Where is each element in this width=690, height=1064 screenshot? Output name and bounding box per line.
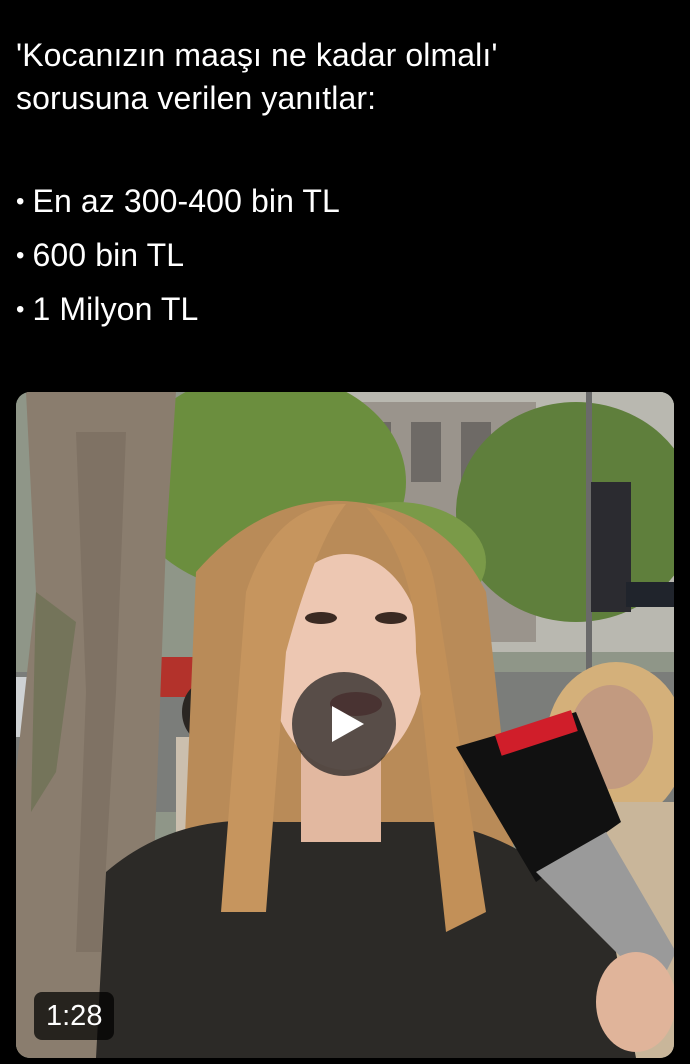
video-duration-badge: 1:28 [34, 992, 115, 1040]
post-text: 'Kocanızın maaşı ne kadar olmalı' sorusu… [16, 34, 676, 336]
answer-text: 600 bin TL [32, 237, 185, 273]
list-item: • En az 300-400 bin TL [16, 174, 676, 228]
answer-text: En az 300-400 bin TL [32, 183, 340, 219]
post-text-line-1: 'Kocanızın maaşı ne kadar olmalı' [16, 37, 498, 73]
list-item: • 1 Milyon TL [16, 282, 676, 336]
list-item: • 600 bin TL [16, 228, 676, 282]
play-icon [332, 706, 364, 742]
play-button[interactable] [292, 672, 396, 776]
answer-list: • En az 300-400 bin TL • 600 bin TL • 1 Mil… [16, 174, 676, 336]
video-player[interactable]: 1:28 [16, 392, 674, 1058]
post-text-line-2: sorusuna verilen yanıtlar: [16, 80, 377, 116]
bullet-icon: • [16, 242, 25, 269]
bullet-icon: • [16, 296, 25, 323]
bullet-icon: • [16, 188, 25, 215]
answer-text: 1 Milyon TL [32, 291, 199, 327]
